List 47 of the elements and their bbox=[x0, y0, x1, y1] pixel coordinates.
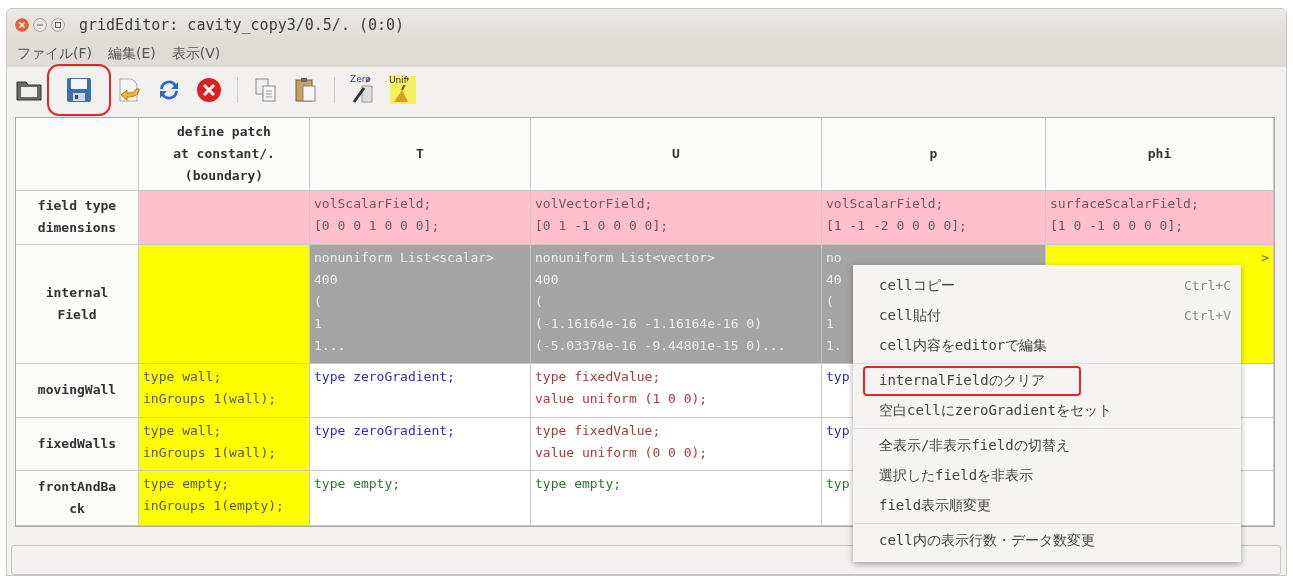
folder-icon bbox=[16, 78, 42, 101]
column-header[interactable]: U bbox=[531, 117, 822, 191]
window-title: gridEditor: cavity_copy3/0.5/. (0:0) bbox=[79, 15, 405, 34]
menu-item[interactable]: 表示(V) bbox=[171, 44, 221, 63]
row-header[interactable]: fixedWalls bbox=[16, 417, 139, 471]
table-cell[interactable]: type zeroGradient; bbox=[310, 417, 531, 471]
copy-icon bbox=[254, 76, 278, 103]
menu-item[interactable]: 空白cellにzeroGradientをセット bbox=[853, 396, 1241, 426]
menu-item[interactable]: ファイル(F) bbox=[17, 44, 92, 63]
toolbar-button[interactable]: Unif bbox=[387, 73, 419, 106]
close-icon bbox=[196, 76, 222, 103]
table-cell[interactable]: type empty; bbox=[310, 470, 531, 526]
table-cell[interactable]: type zeroGradient; bbox=[310, 363, 531, 418]
table-cell[interactable] bbox=[139, 244, 310, 364]
menu-item[interactable]: cell貼付 Ctrl+V bbox=[853, 301, 1241, 331]
menu-item[interactable]: 全表示/非表示fieldの切替え bbox=[853, 431, 1241, 461]
row-header[interactable]: movingWall bbox=[16, 363, 139, 418]
column-header[interactable]: phi bbox=[1046, 117, 1274, 191]
menu-item[interactable]: internalFieldのクリア bbox=[863, 366, 1081, 396]
table-cell[interactable]: type wall; inGroups 1(wall); bbox=[139, 417, 310, 471]
table-cell[interactable]: type empty; bbox=[531, 470, 822, 526]
menu-item[interactable]: 編集(E) bbox=[108, 44, 156, 63]
menu-item[interactable]: cell内の表示行数・データ数変更 bbox=[853, 526, 1241, 556]
table-cell[interactable] bbox=[139, 190, 310, 245]
row-header[interactable]: frontAndBa ck bbox=[16, 470, 139, 526]
table-cell[interactable]: type fixedValue; value uniform (0 0 0); bbox=[531, 417, 822, 471]
table-cell[interactable]: type fixedValue; value uniform (1 0 0); bbox=[531, 363, 822, 418]
column-header[interactable]: T bbox=[310, 117, 531, 191]
menu-item[interactable]: 選択したfieldを非表示 bbox=[853, 461, 1241, 491]
table-cell[interactable]: surfaceScalarField; [1 0 -1 0 0 0 0]; bbox=[1046, 190, 1274, 245]
menu-item[interactable]: cellコピー Ctrl+C bbox=[853, 271, 1241, 301]
row-header[interactable]: internal Field bbox=[16, 244, 139, 364]
document-arrow-icon bbox=[116, 76, 142, 103]
toolbar-button[interactable]: Zero bbox=[347, 73, 379, 106]
clipboard-icon bbox=[294, 76, 318, 103]
table-cell[interactable]: type empty; inGroups 1(empty); bbox=[139, 470, 310, 526]
menu-item[interactable]: cell内容をeditorで編集 bbox=[853, 331, 1241, 361]
close-icon[interactable] bbox=[15, 17, 29, 32]
row-header[interactable]: field type dimensions bbox=[16, 190, 139, 245]
column-header[interactable]: define patch at constant/. (boundary) bbox=[139, 117, 310, 191]
table-cell[interactable]: volScalarField; [1 -1 -2 0 0 0 0]; bbox=[822, 190, 1046, 245]
menu-item[interactable]: field表示順変更 bbox=[853, 491, 1241, 521]
column-header[interactable]: p bbox=[822, 117, 1046, 191]
maximize-icon[interactable] bbox=[51, 17, 65, 32]
table-cell[interactable]: volVectorField; [0 1 -1 0 0 0 0]; bbox=[531, 190, 822, 245]
table-cell[interactable]: type wall; inGroups 1(wall); bbox=[139, 363, 310, 418]
table-cell[interactable]: volScalarField; [0 0 0 1 0 0 0]; bbox=[310, 190, 531, 245]
